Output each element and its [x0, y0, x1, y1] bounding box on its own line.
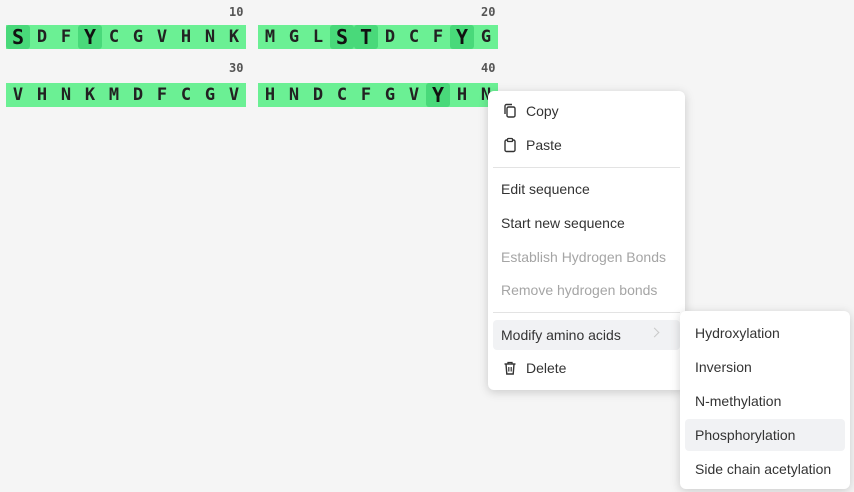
submenu-item-label: N-methylation: [695, 393, 782, 409]
residue[interactable]: S: [6, 25, 30, 49]
residue[interactable]: Y: [426, 83, 450, 107]
residue[interactable]: K: [222, 25, 246, 49]
clipboard-icon: [504, 137, 516, 153]
residue[interactable]: D: [126, 83, 150, 107]
residue[interactable]: Y: [78, 25, 102, 49]
chevron-right-icon: [649, 327, 660, 338]
menu-item-paste[interactable]: Paste: [493, 131, 680, 159]
menu-item-start-new-sequence[interactable]: Start new sequence: [493, 209, 680, 237]
submenu-item-label: Side chain acetylation: [695, 461, 832, 477]
menu-item-label: Delete: [526, 360, 567, 376]
submenu-modify-amino-acids: Hydroxylation Inversion N-methylation Phosp…: [680, 311, 850, 489]
residue[interactable]: C: [402, 25, 426, 49]
sequence-chunk: SDFYCGVHNK: [6, 25, 246, 49]
residue[interactable]: S: [330, 25, 354, 49]
residue[interactable]: F: [54, 25, 78, 49]
menu-item-label: Remove hydrogen bonds: [501, 282, 658, 298]
submenu-item-hydroxylation[interactable]: Hydroxylation: [685, 317, 845, 349]
residue[interactable]: V: [6, 83, 30, 107]
menu-item-label: Paste: [526, 137, 562, 153]
submenu-item-phosphorylation[interactable]: Phosphorylation: [685, 419, 845, 451]
residue[interactable]: L: [306, 25, 330, 49]
menu-item-label: Edit sequence: [501, 181, 590, 197]
menu-item-edit-sequence[interactable]: Edit sequence: [493, 175, 680, 203]
submenu-item-side-chain-acetylation[interactable]: Side chain acetylation: [685, 453, 845, 485]
residue[interactable]: C: [174, 83, 198, 107]
residue[interactable]: F: [354, 83, 378, 107]
submenu-item-label: Hydroxylation: [695, 325, 780, 341]
residue[interactable]: T: [354, 25, 378, 49]
submenu-item-label: Inversion: [695, 359, 752, 375]
residue-counter: 30: [229, 61, 244, 75]
menu-divider: [493, 312, 680, 313]
residue-counter: 10: [229, 5, 244, 19]
sequence-chunk: MGLSTDCFYG: [258, 25, 498, 49]
residue[interactable]: H: [174, 25, 198, 49]
residue-counter: 20: [481, 5, 496, 19]
residue[interactable]: F: [150, 83, 174, 107]
residue[interactable]: V: [402, 83, 426, 107]
residue-counter: 40: [481, 61, 496, 75]
residue[interactable]: N: [54, 83, 78, 107]
submenu-item-inversion[interactable]: Inversion: [685, 351, 845, 383]
menu-item-establish-hydrogen-bonds: Establish Hydrogen Bonds: [493, 243, 680, 271]
residue[interactable]: G: [378, 83, 402, 107]
residue[interactable]: D: [306, 83, 330, 107]
residue[interactable]: H: [450, 83, 474, 107]
menu-item-label: Establish Hydrogen Bonds: [501, 249, 666, 265]
menu-item-copy[interactable]: Copy: [493, 97, 680, 125]
residue[interactable]: N: [198, 25, 222, 49]
residue[interactable]: C: [330, 83, 354, 107]
menu-item-remove-hydrogen-bonds: Remove hydrogen bonds: [493, 276, 680, 304]
menu-item-label: Start new sequence: [501, 215, 625, 231]
residue[interactable]: G: [474, 25, 498, 49]
residue[interactable]: F: [426, 25, 450, 49]
residue[interactable]: M: [258, 25, 282, 49]
residue[interactable]: N: [282, 83, 306, 107]
residue[interactable]: G: [282, 25, 306, 49]
residue[interactable]: M: [102, 83, 126, 107]
submenu-item-label: Phosphorylation: [695, 427, 796, 443]
menu-item-label: Copy: [526, 103, 559, 119]
residue[interactable]: V: [150, 25, 174, 49]
menu-item-label: Modify amino acids: [501, 327, 621, 343]
residue[interactable]: Y: [450, 25, 474, 49]
copy-icon: [504, 103, 516, 118]
submenu-item-n-methylation[interactable]: N-methylation: [685, 385, 845, 417]
residue[interactable]: H: [258, 83, 282, 107]
menu-item-modify-amino-acids[interactable]: Modify amino acids: [493, 320, 680, 350]
sequence-chunk: HNDCFGVYHN: [258, 83, 498, 107]
residue[interactable]: V: [222, 83, 246, 107]
residue[interactable]: D: [30, 25, 54, 49]
residue[interactable]: C: [102, 25, 126, 49]
menu-divider: [493, 167, 680, 168]
residue[interactable]: K: [78, 83, 102, 107]
residue[interactable]: G: [126, 25, 150, 49]
sequence-chunk: VHNKMDFCGV: [6, 83, 246, 107]
residue[interactable]: D: [378, 25, 402, 49]
menu-item-delete[interactable]: Delete: [493, 354, 680, 382]
context-menu: Copy Paste Edit sequence Start new seque…: [488, 91, 685, 390]
residue[interactable]: G: [198, 83, 222, 107]
trash-icon: [504, 361, 516, 375]
residue[interactable]: H: [30, 83, 54, 107]
